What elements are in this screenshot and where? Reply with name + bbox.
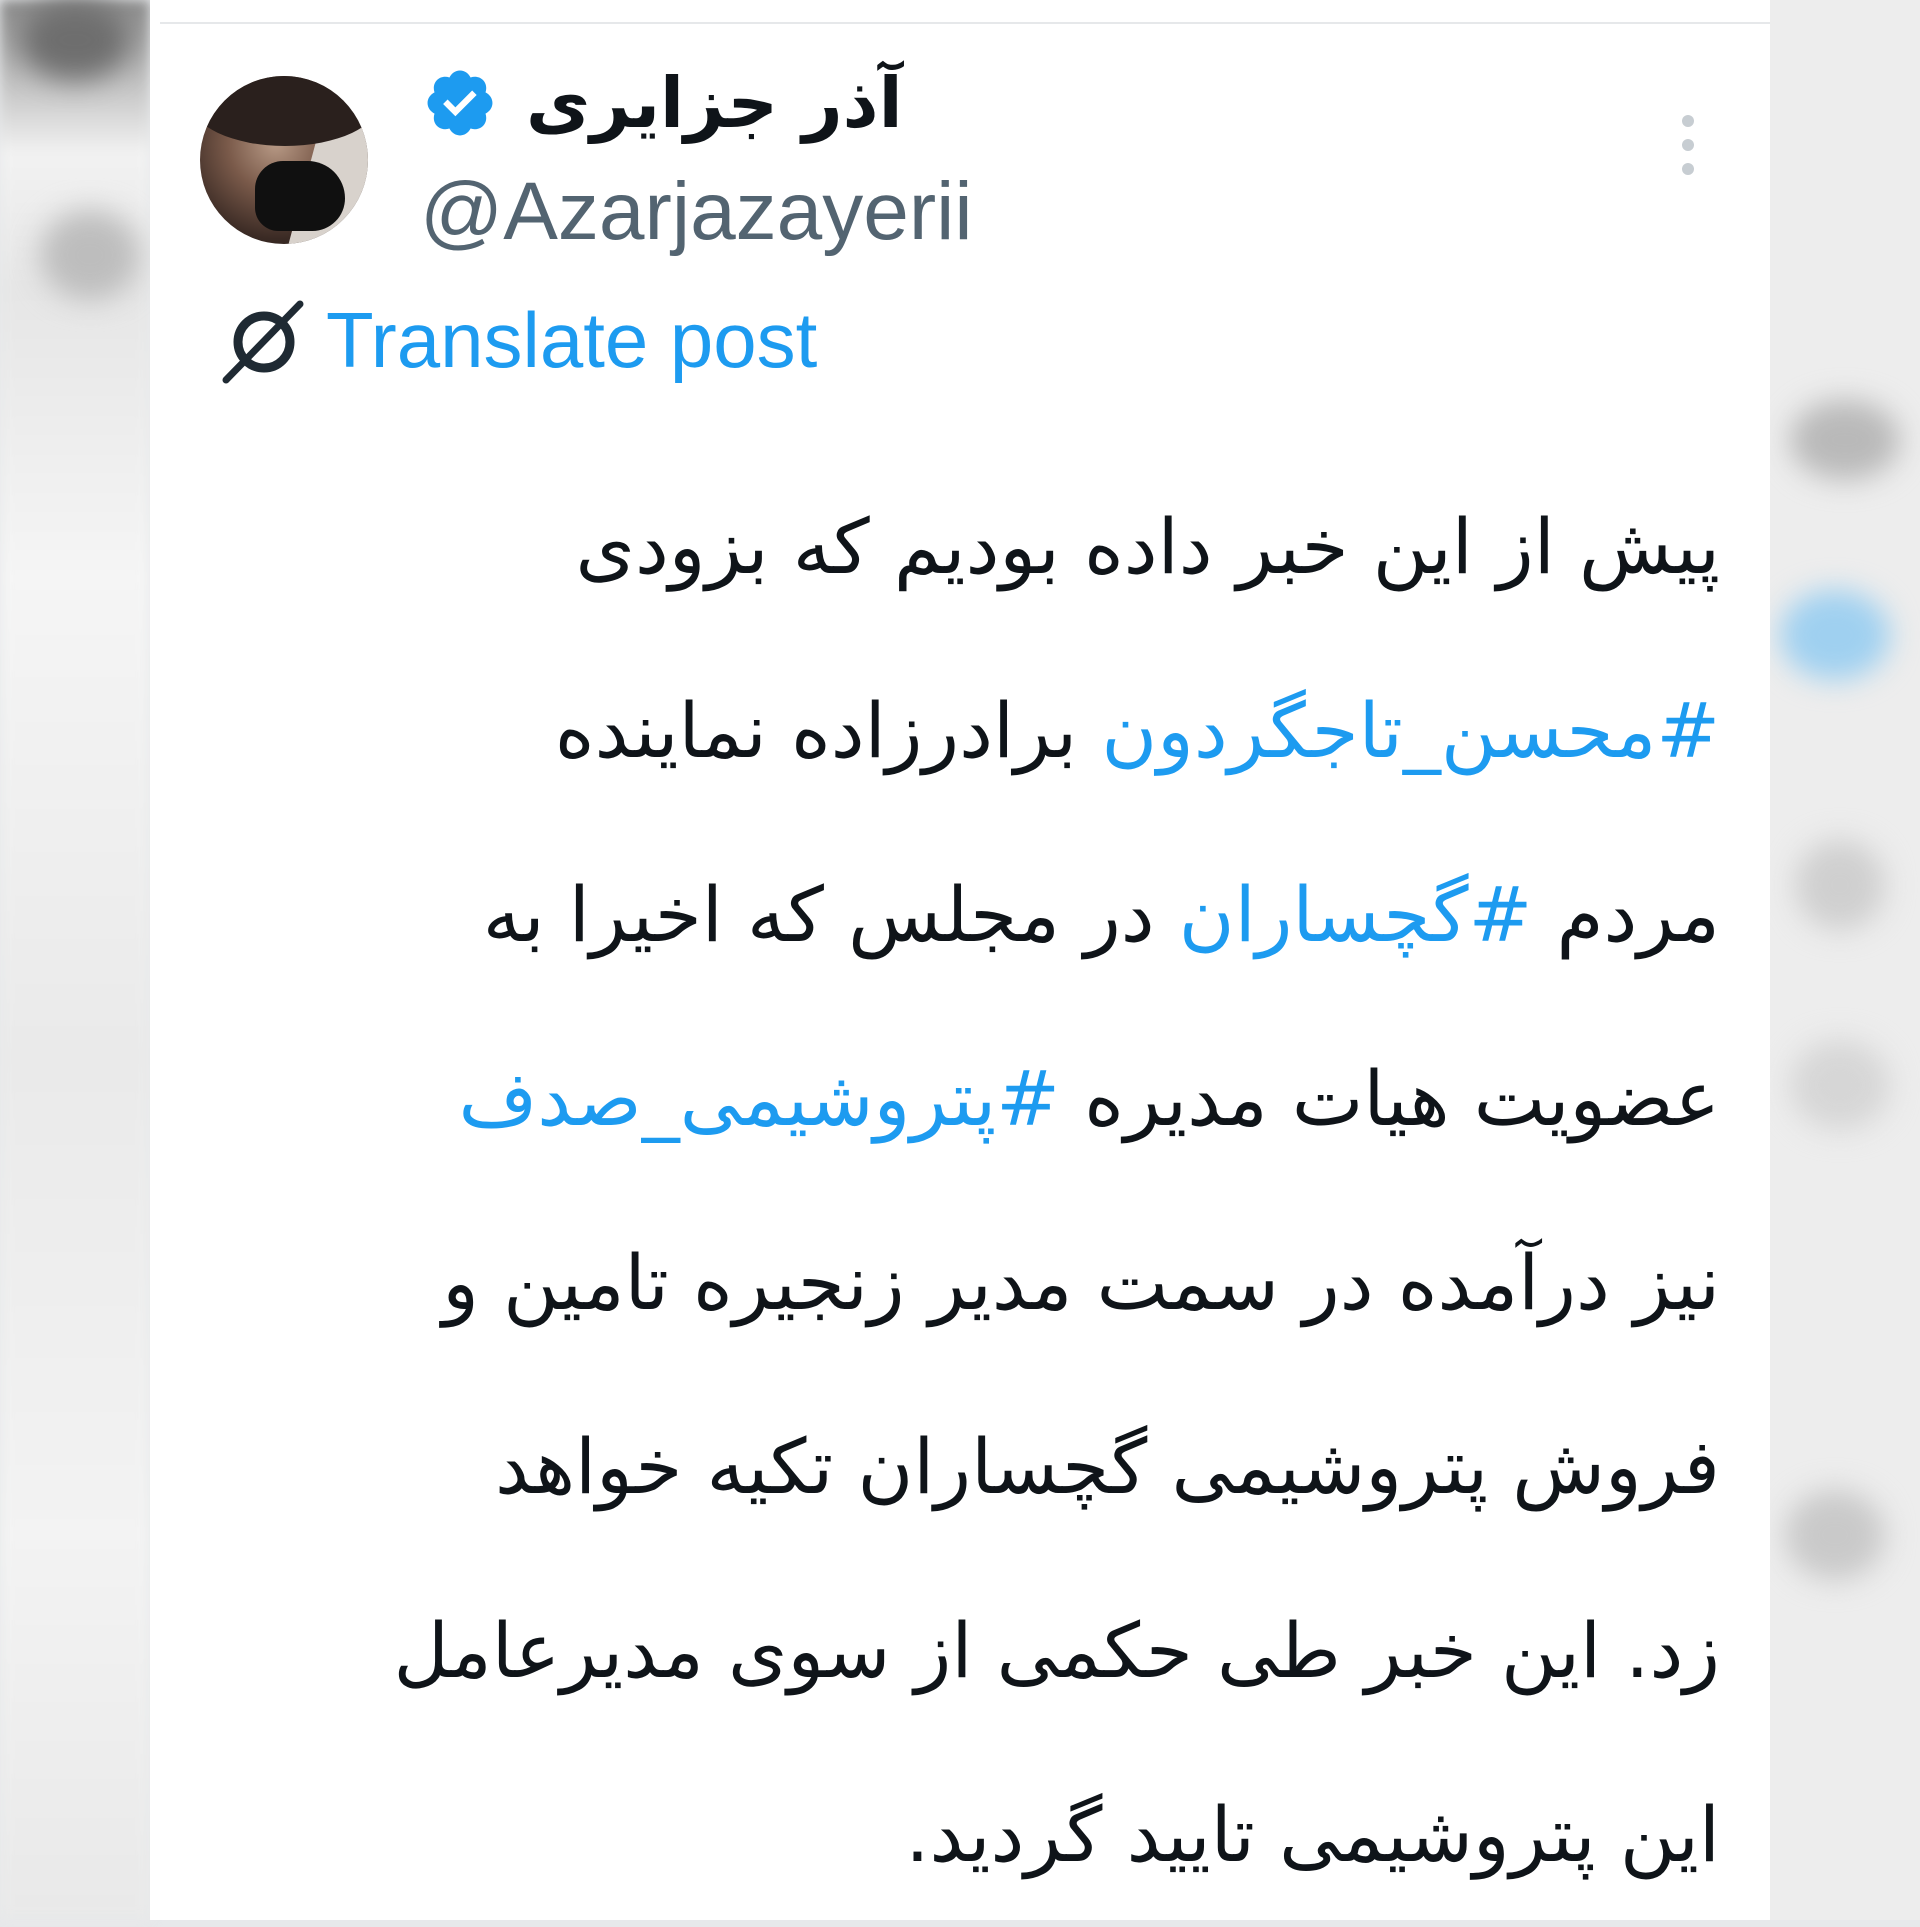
- post-text-line: نیز درآمده در سمت مدیر زنجیره تامین و: [220, 1191, 1720, 1375]
- background-blob: [1790, 1040, 1890, 1130]
- post-card: آذر جزایری @Azarjazayerii Translate post…: [150, 0, 1770, 1920]
- background-blob: [1795, 840, 1885, 930]
- hashtag-link[interactable]: #گچساران: [1179, 870, 1533, 959]
- translate-icon: [222, 300, 304, 383]
- hashtag-link[interactable]: #محسن_تاجگردون: [1101, 686, 1720, 775]
- verified-badge-icon: [427, 70, 493, 136]
- hashtag-link[interactable]: #پتروشیمی_صدف: [458, 1054, 1060, 1143]
- translate-post-button[interactable]: Translate post: [216, 295, 817, 386]
- post-text-line: زد. این خبر طی حکمی از سوی مدیرعامل: [220, 1559, 1720, 1743]
- post-text-line: #محسن_تاجگردون برادرزاده نماینده: [220, 639, 1720, 823]
- user-handle[interactable]: @Azarjazayerii: [420, 165, 973, 259]
- text-segment: مردم: [1532, 870, 1720, 959]
- text-segment: برادرزاده نماینده: [554, 686, 1102, 775]
- more-options-icon[interactable]: [1678, 115, 1698, 175]
- translate-post-label: Translate post: [326, 296, 818, 384]
- text-segment: در مجلس که اخیرا به: [482, 870, 1179, 959]
- background-blob: [1790, 400, 1900, 480]
- post-text-line: این پتروشیمی تایید گردید.: [220, 1743, 1720, 1927]
- divider: [160, 22, 1770, 24]
- text-segment: زد. این خبر طی حکمی از سوی مدیرعامل: [393, 1606, 1720, 1695]
- post-text-line: مردم #گچساران در مجلس که اخیرا به: [220, 823, 1720, 1007]
- text-segment: فروش پتروشیمی گچساران تکیه خواهد: [495, 1422, 1720, 1511]
- post-text-line: فروش پتروشیمی گچساران تکیه خواهد: [220, 1375, 1720, 1559]
- background-blob: [40, 210, 140, 300]
- text-segment: نیز درآمده در سمت مدیر زنجیره تامین و: [442, 1238, 1720, 1327]
- text-segment: این پتروشیمی تایید گردید.: [905, 1790, 1720, 1879]
- post-text-line: عضویت هیات مدیره #پتروشیمی_صدف: [220, 1007, 1720, 1191]
- avatar[interactable]: [200, 76, 368, 244]
- background-blob: [1785, 1490, 1885, 1580]
- post-text: پیش از این خبر داده بودیم که بزودی #محسن…: [220, 455, 1720, 1927]
- background-right: [1770, 0, 1920, 1920]
- background-blob: [20, 0, 130, 80]
- text-segment: پیش از این خبر داده بودیم که بزودی: [575, 502, 1720, 591]
- author-row: آذر جزایری: [422, 62, 903, 144]
- post-text-line: پیش از این خبر داده بودیم که بزودی: [220, 455, 1720, 639]
- display-name[interactable]: آذر جزایری: [526, 62, 903, 144]
- text-segment: عضویت هیات مدیره: [1060, 1054, 1720, 1143]
- background-blob: [1780, 590, 1890, 680]
